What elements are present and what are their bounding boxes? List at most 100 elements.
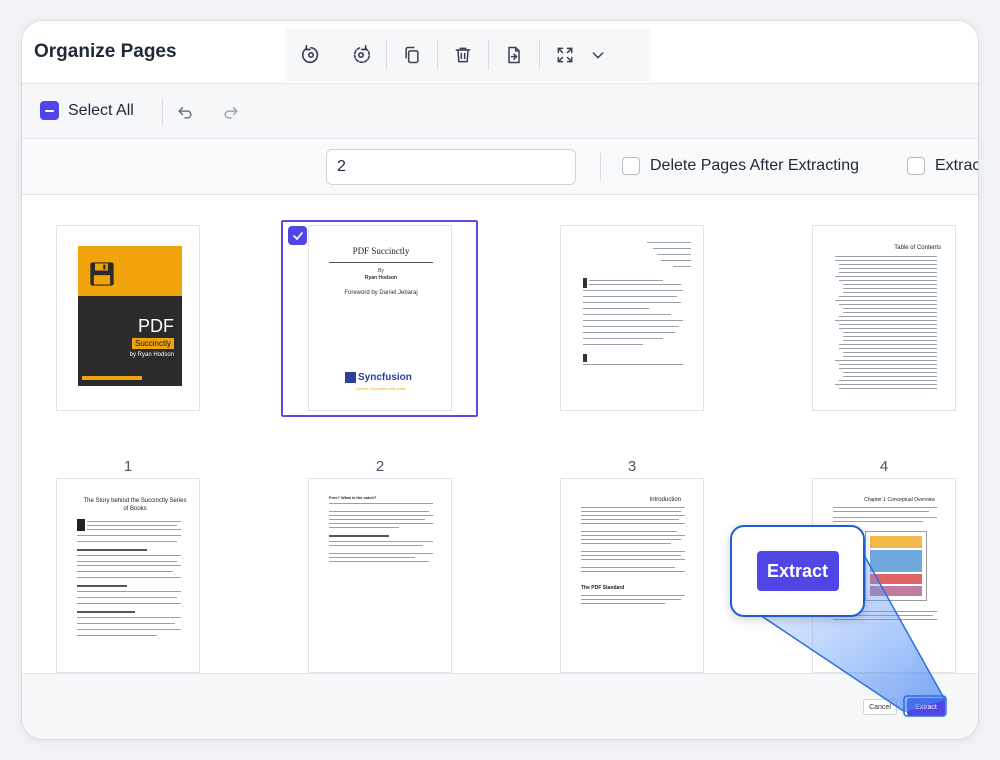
diagram-figure bbox=[865, 531, 927, 601]
page-thumbnail[interactable] bbox=[560, 225, 704, 411]
text-line bbox=[329, 519, 425, 520]
text-line bbox=[583, 320, 683, 321]
page-heading: The Story behind the Succinctly Series o… bbox=[83, 498, 187, 512]
page-thumbnail[interactable]: Table of Contents bbox=[812, 225, 956, 411]
toc-line bbox=[843, 284, 937, 285]
toc-line bbox=[839, 280, 937, 281]
toc-title: Table of Contents bbox=[894, 245, 941, 251]
diagram-block bbox=[870, 574, 922, 584]
page-toolbar bbox=[286, 29, 650, 81]
toc-line bbox=[843, 372, 937, 373]
dialog-title: Organize Pages bbox=[34, 41, 177, 62]
brand-name: Syncfusion bbox=[358, 372, 412, 383]
copy-button[interactable] bbox=[393, 35, 431, 75]
text-line bbox=[581, 511, 681, 512]
text-line bbox=[329, 523, 433, 524]
select-all-checkbox[interactable]: Select All bbox=[40, 101, 134, 120]
title-rule bbox=[329, 262, 433, 263]
fullscreen-icon bbox=[557, 47, 573, 63]
page-thumbnail[interactable]: PDF Succinctly by Ryan Hodson bbox=[56, 225, 200, 411]
delete-button[interactable] bbox=[444, 35, 482, 75]
page-thumbnail[interactable]: The Story behind the Succinctly Series o… bbox=[56, 478, 200, 673]
text-line bbox=[589, 280, 663, 281]
toc-line bbox=[843, 340, 937, 341]
page-heading: Chapter 1 Conceptual Overview bbox=[864, 497, 935, 503]
text-line bbox=[581, 535, 685, 536]
text-line bbox=[77, 571, 173, 572]
toc-line bbox=[839, 268, 937, 269]
toc-line bbox=[839, 316, 937, 317]
page-title-text: PDF Succinctly bbox=[352, 246, 410, 256]
extract-options-bar: Delete Pages After Extracting Extrac bbox=[22, 139, 978, 195]
title-bar: Organize Pages bbox=[22, 21, 978, 84]
extract-callout-button[interactable]: Extract bbox=[756, 551, 839, 591]
text-line bbox=[583, 338, 663, 339]
options-divider bbox=[600, 153, 601, 181]
page-range-input[interactable] bbox=[326, 149, 576, 185]
more-options-button[interactable] bbox=[584, 35, 612, 75]
text-line bbox=[77, 535, 181, 536]
redo-button[interactable] bbox=[208, 92, 254, 132]
extract-separately-checkbox[interactable]: Extrac bbox=[907, 157, 978, 175]
page-thumbnail[interactable]: Introduction The PDF Standard bbox=[560, 478, 704, 673]
text-line bbox=[583, 296, 677, 297]
text-line bbox=[833, 511, 929, 512]
rotate-right-button[interactable] bbox=[342, 35, 380, 75]
text-line bbox=[581, 507, 685, 508]
text-line bbox=[77, 565, 181, 566]
page-number: 3 bbox=[627, 458, 637, 475]
cover-subtitle: Succinctly bbox=[131, 338, 174, 349]
page-number: 4 bbox=[879, 458, 889, 475]
rotate-left-button[interactable] bbox=[292, 35, 330, 75]
text-line bbox=[583, 344, 643, 345]
toc-line bbox=[843, 356, 937, 357]
organize-pages-dialog: Organize Pages Select All 2 Delete Pages… bbox=[21, 20, 979, 740]
text-line bbox=[87, 521, 181, 522]
toc-line bbox=[843, 288, 937, 289]
page-thumbnail[interactable]: PDF Succinctly By Ryan Hodson Foreword b… bbox=[308, 225, 452, 411]
chevron-down-icon bbox=[592, 52, 604, 59]
toc-line bbox=[843, 336, 937, 337]
extract-button[interactable]: Extract bbox=[907, 698, 945, 716]
text-line bbox=[583, 364, 683, 365]
subheading-line bbox=[77, 611, 135, 613]
page-selected-checkbox[interactable] bbox=[288, 226, 307, 245]
diagram-block bbox=[870, 536, 922, 548]
undo-icon bbox=[178, 107, 192, 119]
text-line bbox=[583, 308, 649, 309]
extract-pages-button[interactable] bbox=[495, 35, 533, 75]
text-line bbox=[581, 571, 685, 572]
brand-mark-icon bbox=[345, 372, 356, 383]
text-line bbox=[581, 595, 685, 596]
text-line bbox=[87, 525, 177, 526]
text-line bbox=[329, 553, 433, 554]
dropcap-mark bbox=[583, 354, 587, 362]
cancel-button[interactable]: Cancel bbox=[863, 699, 897, 715]
toc-line bbox=[839, 304, 937, 305]
toolbar-divider bbox=[488, 40, 489, 70]
text-line bbox=[329, 515, 433, 516]
undo-button[interactable] bbox=[162, 92, 208, 132]
foreword-text: Foreword by Daniel Jebaraj bbox=[344, 290, 418, 296]
toc-line bbox=[835, 320, 937, 321]
text-line bbox=[77, 541, 177, 542]
checkmark-icon bbox=[292, 231, 303, 240]
text-line bbox=[77, 577, 181, 578]
text-line bbox=[329, 503, 433, 504]
author-text: Ryan Hodson bbox=[364, 275, 398, 281]
fullscreen-button[interactable] bbox=[546, 35, 584, 75]
text-line bbox=[581, 551, 685, 552]
subheading-line bbox=[77, 585, 127, 587]
page-thumbnail[interactable]: Free? What is the catch? bbox=[308, 478, 452, 673]
floppy-disk-icon bbox=[90, 262, 114, 286]
selection-bar: Select All bbox=[22, 84, 978, 139]
toc-line bbox=[835, 300, 937, 301]
delete-after-extract-checkbox[interactable]: Delete Pages After Extracting bbox=[622, 157, 859, 175]
text-line bbox=[77, 623, 175, 624]
toc-line bbox=[839, 264, 937, 265]
toc-line bbox=[839, 348, 937, 349]
toc-line bbox=[835, 276, 937, 277]
text-line bbox=[833, 517, 937, 518]
toc-line bbox=[843, 352, 937, 353]
toolbar-divider bbox=[437, 40, 438, 70]
